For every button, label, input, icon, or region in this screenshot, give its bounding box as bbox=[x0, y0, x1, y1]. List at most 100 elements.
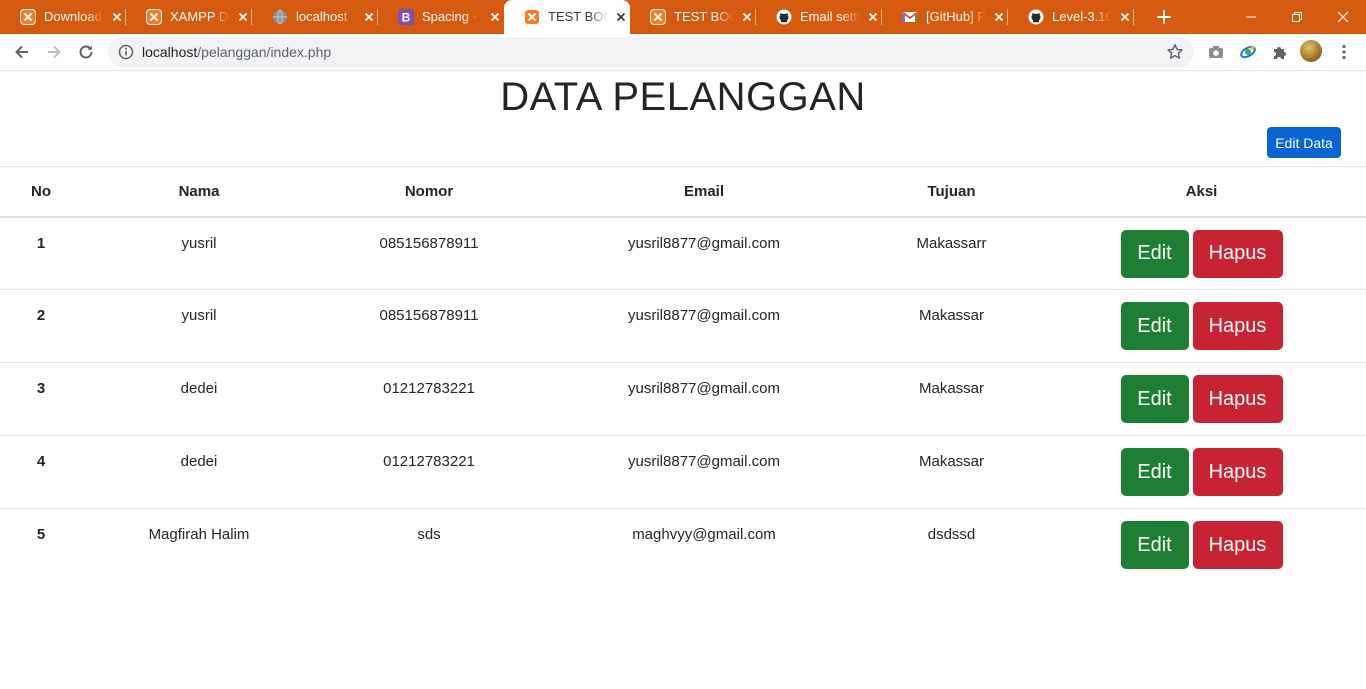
edit-row-button[interactable]: Edit bbox=[1120, 521, 1189, 569]
cell-aksi: Edit Hapus bbox=[1037, 216, 1366, 290]
cell-no: 2 bbox=[0, 289, 82, 363]
delete-row-button[interactable]: Hapus bbox=[1192, 521, 1283, 569]
new-tab-button[interactable] bbox=[1154, 7, 1174, 27]
screenshot-extension-button[interactable] bbox=[1204, 40, 1228, 64]
edit-row-button[interactable]: Edit bbox=[1120, 302, 1189, 350]
tab-separator bbox=[1133, 9, 1134, 25]
bootstrap-icon: B bbox=[398, 9, 414, 25]
table-header-row: No Nama Nomor Email Tujuan Aksi bbox=[0, 166, 1366, 218]
column-header-aksi: Aksi bbox=[1037, 166, 1366, 218]
minimize-button[interactable] bbox=[1228, 0, 1274, 34]
cell-tujuan: dsdssd bbox=[927, 526, 976, 543]
column-header-nomor: Nomor bbox=[316, 166, 542, 218]
svg-text:B: B bbox=[402, 11, 411, 25]
tab-close-icon[interactable] bbox=[740, 10, 754, 24]
browser-tab[interactable]: localhost bbox=[252, 0, 378, 34]
tab-close-icon[interactable] bbox=[110, 10, 124, 24]
tab-close-icon[interactable] bbox=[488, 10, 502, 24]
address-bar[interactable]: localhost/pelanggan/index.php bbox=[108, 37, 1194, 67]
browser-tab[interactable]: Download XAMPP bbox=[0, 0, 126, 34]
gmail-icon bbox=[902, 9, 918, 25]
cell-nomor: 085156878911 bbox=[316, 289, 542, 363]
table-row: 5 Magfirah Halim sds maghvyy@gmail.com dsdss… bbox=[0, 509, 1366, 582]
tab-title: localhost bbox=[296, 9, 348, 24]
browser-tab[interactable]: B Spacing · Bo bbox=[378, 0, 504, 34]
page-title: DATA PELANGGAN bbox=[500, 75, 866, 119]
cell-nama: Magfirah Halim bbox=[148, 526, 250, 543]
browser-tab[interactable]: TEST BOOTS bbox=[630, 0, 756, 34]
browser-tab[interactable]: Level-3.10/I bbox=[1008, 0, 1134, 34]
minimize-icon bbox=[1246, 16, 1256, 18]
tab-close-icon[interactable] bbox=[992, 10, 1006, 24]
extension-logo-icon bbox=[1240, 45, 1256, 59]
column-header-tujuan: Tujuan bbox=[866, 166, 1037, 218]
column-header-no: No bbox=[0, 166, 82, 218]
browser-menu-button[interactable] bbox=[1332, 40, 1356, 64]
restore-button[interactable] bbox=[1274, 0, 1320, 34]
column-header-nama: Nama bbox=[82, 166, 316, 218]
url-host: localhost bbox=[142, 44, 198, 60]
xampp-icon bbox=[146, 9, 162, 25]
cell-email: yusril8877@gmail.com bbox=[542, 362, 866, 436]
tab-title: Download XAMPP bbox=[44, 9, 104, 24]
cell-nomor: sds bbox=[417, 526, 441, 543]
column-header-email: Email bbox=[542, 166, 866, 218]
tab-title: TEST BOOTS bbox=[674, 9, 734, 24]
customer-table: No Nama Nomor Email Tujuan Aksi 1 yusril 0… bbox=[0, 166, 1366, 582]
cell-aksi: Edit Hapus bbox=[1037, 509, 1366, 582]
xampp-icon bbox=[650, 9, 666, 25]
cell-nama: dedei bbox=[82, 362, 316, 436]
edit-row-button[interactable]: Edit bbox=[1120, 229, 1189, 278]
reload-button[interactable] bbox=[74, 40, 98, 64]
back-button[interactable] bbox=[10, 40, 34, 64]
arrow-right-icon bbox=[48, 45, 61, 59]
edit-row-button[interactable]: Edit bbox=[1120, 375, 1189, 423]
plus-icon bbox=[1157, 10, 1171, 24]
edit-row-button[interactable]: Edit bbox=[1120, 448, 1189, 496]
xampp-icon bbox=[20, 9, 36, 25]
cell-email: yusril8877@gmail.com bbox=[542, 216, 866, 290]
tab-close-icon[interactable] bbox=[362, 10, 376, 24]
browser-toolbar: localhost/pelanggan/index.php bbox=[0, 34, 1366, 71]
close-window-button[interactable] bbox=[1320, 0, 1366, 34]
cell-no: 1 bbox=[0, 216, 82, 290]
browser-tab[interactable]: TEST BOOTS bbox=[504, 0, 630, 34]
globe-icon bbox=[272, 9, 288, 25]
tab-title: [GitHub] Ple bbox=[926, 9, 986, 24]
extensions-menu-button[interactable] bbox=[1268, 40, 1292, 64]
forward-button[interactable] bbox=[42, 40, 66, 64]
delete-row-button[interactable]: Hapus bbox=[1192, 375, 1283, 423]
bookmark-star-icon[interactable] bbox=[1166, 43, 1184, 61]
info-icon[interactable] bbox=[118, 44, 134, 60]
camera-icon bbox=[1209, 46, 1223, 58]
delete-row-button[interactable]: Hapus bbox=[1192, 302, 1283, 350]
browser-tab[interactable]: [GitHub] Ple bbox=[882, 0, 1008, 34]
close-icon bbox=[1337, 11, 1349, 23]
table-row: 1 yusril 085156878911 yusril8877@gmail.com M… bbox=[0, 216, 1366, 290]
extension-button[interactable] bbox=[1236, 40, 1260, 64]
reload-icon bbox=[79, 45, 93, 59]
cell-email: yusril8877@gmail.com bbox=[542, 289, 866, 363]
cell-email: maghvyy@gmail.com bbox=[632, 526, 776, 543]
url-path: /pelanggan/index.php bbox=[197, 44, 332, 60]
tab-title: Email settin bbox=[800, 9, 860, 24]
delete-row-button[interactable]: Hapus bbox=[1192, 229, 1283, 278]
tab-title: XAMPP Dow bbox=[170, 9, 230, 24]
tab-close-icon[interactable] bbox=[866, 10, 880, 24]
browser-tab[interactable]: Email settin bbox=[756, 0, 882, 34]
tab-close-icon[interactable] bbox=[236, 10, 250, 24]
puzzle-icon bbox=[1274, 47, 1286, 59]
cell-nama: yusril bbox=[82, 216, 316, 290]
delete-row-button[interactable]: Hapus bbox=[1192, 448, 1283, 496]
cell-nomor: 01212783221 bbox=[316, 362, 542, 436]
edit-data-button[interactable]: Edit Data bbox=[1267, 127, 1341, 158]
cell-tujuan: Makassar bbox=[866, 289, 1037, 363]
tab-close-icon[interactable] bbox=[1118, 10, 1132, 24]
browser-tab[interactable]: XAMPP Dow bbox=[126, 0, 252, 34]
cell-tujuan: Makassarr bbox=[866, 216, 1037, 290]
tab-strip: Download XAMPP XAMPP Dow localhost B Spacing… bbox=[0, 0, 1366, 34]
table-row: 4 dedei 01212783221 yusril8877@gmail.com Mak… bbox=[0, 435, 1366, 509]
profile-avatar[interactable] bbox=[1300, 40, 1322, 62]
tab-close-icon[interactable] bbox=[614, 10, 628, 24]
tab-title: TEST BOOTS bbox=[548, 9, 608, 24]
